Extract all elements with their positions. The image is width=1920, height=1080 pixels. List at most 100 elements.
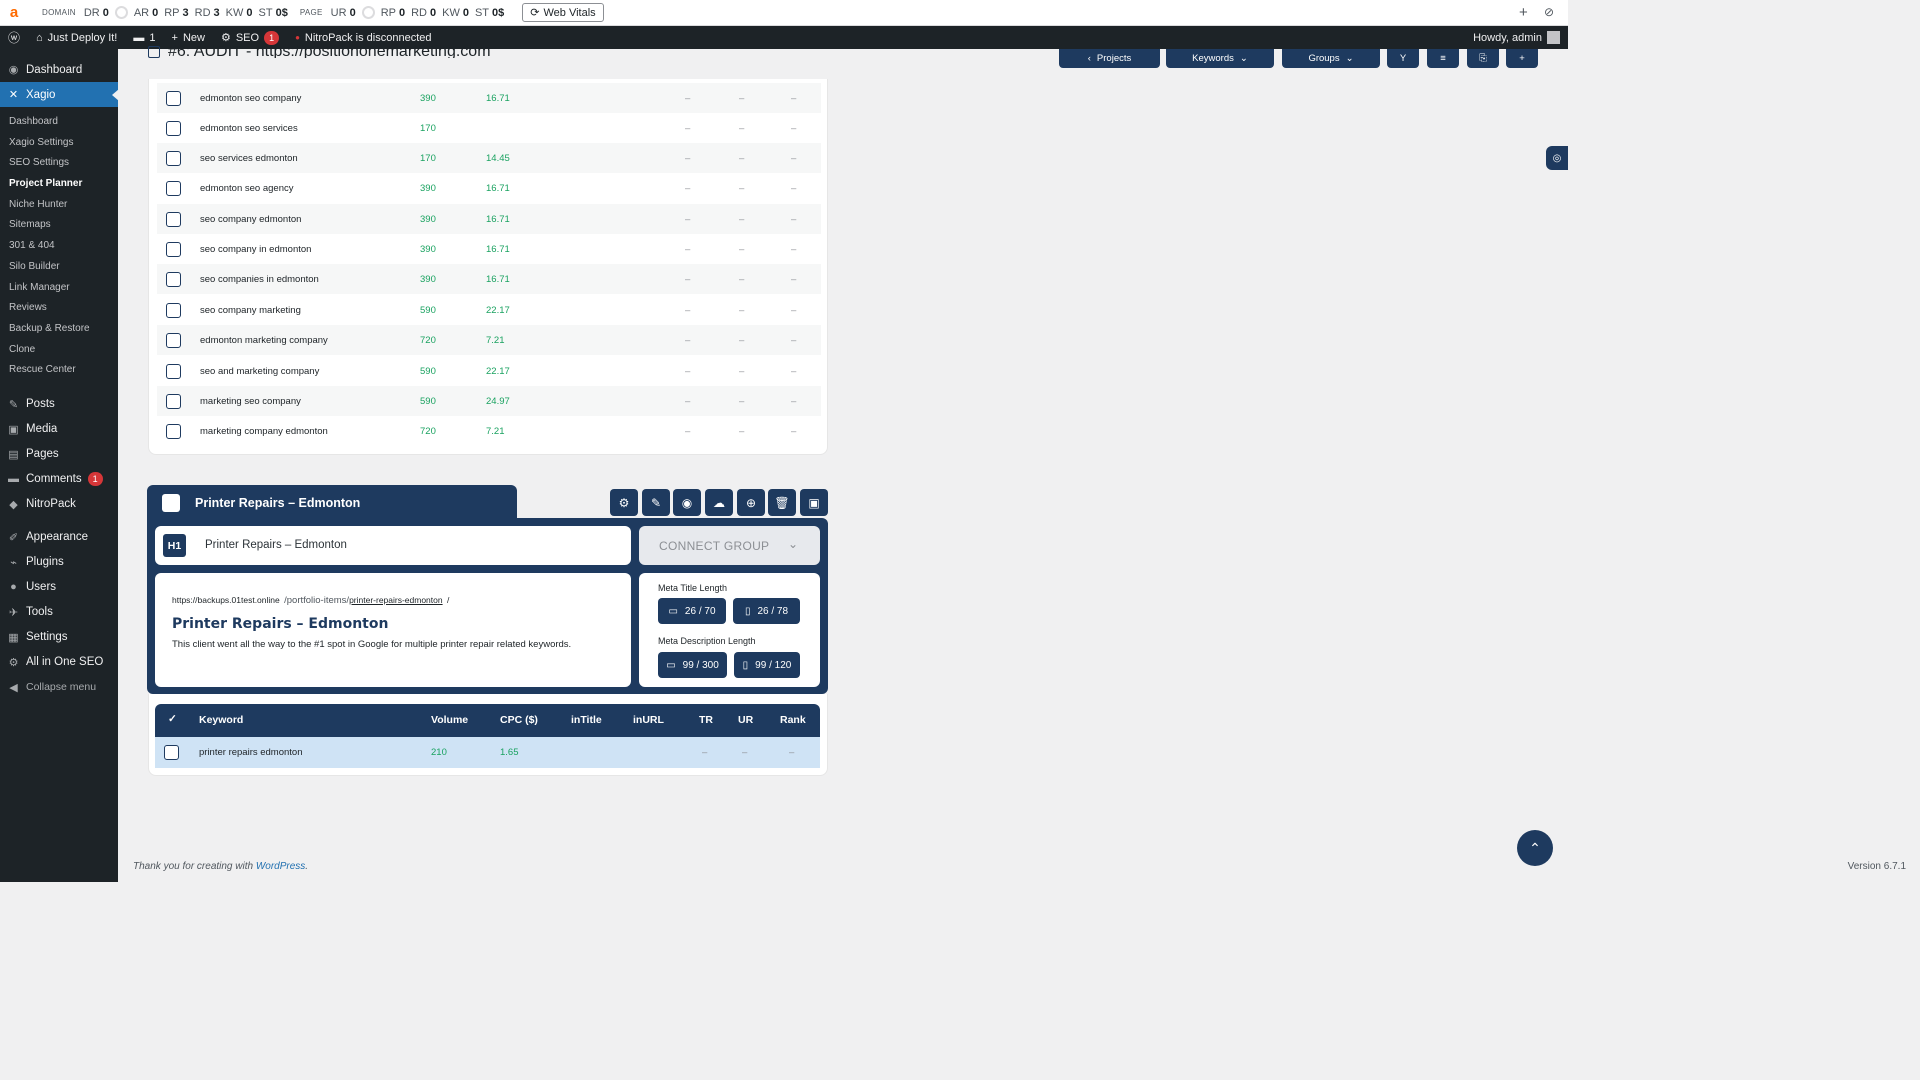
submenu-item[interactable]: Clone <box>0 340 118 361</box>
add-button[interactable]: + <box>1506 49 1538 68</box>
side-panel-tab[interactable]: ◎ <box>1546 146 1568 170</box>
sidebar-item-comments[interactable]: ▬ Comments 1 <box>0 467 118 492</box>
sidebar-item-xagio[interactable]: ✕ Xagio <box>0 82 119 107</box>
cpc-cell: 1.65 <box>500 747 519 758</box>
table-row[interactable]: edmonton seo services 170 – – – <box>157 113 821 143</box>
table-row[interactable]: seo company marketing 590 22.17 – – – <box>157 295 821 325</box>
sort-button[interactable]: ≡ <box>1427 49 1459 68</box>
submenu-item[interactable]: 301 & 404 <box>0 236 118 257</box>
account-menu[interactable]: Howdy, admin <box>1465 26 1568 49</box>
scroll-top-button[interactable]: ⌃ <box>1517 830 1553 866</box>
table-row[interactable]: seo company edmonton 390 16.71 – – – <box>157 204 821 234</box>
table-row[interactable]: edmonton marketing company 720 7.21 – – … <box>157 325 821 355</box>
table-row[interactable]: seo and marketing company 590 22.17 – – … <box>157 356 821 386</box>
plus-icon[interactable]: + <box>1519 4 1528 21</box>
submenu-item[interactable]: Link Manager <box>0 278 118 299</box>
filter-button[interactable]: Y <box>1387 49 1419 68</box>
serp-title[interactable]: Printer Repairs – Edmonton <box>172 616 388 632</box>
group-notes-button[interactable]: ✎ <box>642 489 670 516</box>
table-row[interactable]: printer repairs edmonton 210 1.65 – – – <box>155 737 820 768</box>
site-name-link[interactable]: ⌂ Just Deploy It! <box>28 26 125 49</box>
submenu-item[interactable]: SEO Settings <box>0 153 118 174</box>
row-checkbox[interactable] <box>166 211 181 227</box>
header-checkbox[interactable] <box>148 46 160 58</box>
metric-rp: RP 3 <box>164 6 189 19</box>
dr-ring-icon <box>114 6 128 19</box>
submenu-item[interactable]: Xagio Settings <box>0 133 118 154</box>
web-vitals-button[interactable]: ⟳ Web Vitals <box>522 3 604 22</box>
group-target-button[interactable]: ⊕ <box>737 489 765 516</box>
group-preview-button[interactable]: ◉ <box>673 489 701 516</box>
group-checkbox[interactable] <box>162 493 180 512</box>
keywords-dropdown[interactable]: Keywords ⌄ <box>1166 49 1274 68</box>
row-checkbox[interactable] <box>166 363 181 379</box>
column-rank[interactable]: Rank <box>780 714 806 726</box>
select-all-icon[interactable]: ✓ <box>168 713 177 725</box>
table-row[interactable]: edmonton seo company 390 16.71 – – – <box>157 83 821 113</box>
submenu-item[interactable]: Dashboard <box>0 112 118 133</box>
table-row[interactable]: marketing seo company 590 24.97 – – – <box>157 386 821 416</box>
column-volume[interactable]: Volume <box>431 714 468 726</box>
submenu-item[interactable]: Sitemaps <box>0 215 118 236</box>
submenu-item[interactable]: Rescue Center <box>0 360 118 381</box>
column-ur[interactable]: UR <box>738 714 753 726</box>
sidebar-item-appearance[interactable]: ✐ Appearance <box>0 525 118 550</box>
url-path[interactable]: /portfolio-items/ <box>284 595 349 606</box>
wordpress-link[interactable]: WordPress <box>256 861 305 872</box>
sidebar-item-settings[interactable]: ▦ Settings <box>0 625 118 650</box>
collapse-icon: ◀ <box>9 681 18 694</box>
submenu-item[interactable]: Silo Builder <box>0 257 118 278</box>
sidebar-item-dashboard[interactable]: ◉ Dashboard <box>0 57 118 82</box>
sidebar-item-pages[interactable]: ▤ Pages <box>0 442 118 467</box>
group-settings-button[interactable]: ⚙ <box>610 489 638 516</box>
submenu-item[interactable]: Reviews <box>0 298 118 319</box>
sidebar-item-posts[interactable]: ✎ Posts <box>0 392 118 417</box>
export-button[interactable]: ⎘ <box>1467 49 1499 68</box>
row-checkbox[interactable] <box>166 150 181 166</box>
sidebar-item-aioseo[interactable]: ⚙ All in One SEO <box>0 650 118 675</box>
submenu-item[interactable]: Backup & Restore <box>0 319 118 340</box>
sidebar-item-plugins[interactable]: ⌁ Plugins <box>0 550 118 575</box>
column-intitle[interactable]: inTitle <box>571 714 602 726</box>
table-row[interactable]: edmonton seo agency 390 16.71 – – – <box>157 173 821 203</box>
table-row[interactable]: seo company in edmonton 390 16.71 – – – <box>157 234 821 264</box>
keyword-cell: seo company in edmonton <box>200 243 312 255</box>
settings-icon[interactable]: ⊘ <box>1544 5 1554 19</box>
table-row[interactable]: seo companies in edmonton 390 16.71 – – … <box>157 264 821 294</box>
row-checkbox[interactable] <box>166 180 181 196</box>
collapse-menu-button[interactable]: ◀ Collapse menu <box>0 675 118 700</box>
wordpress-logo-icon[interactable]: ⓦ <box>0 26 28 49</box>
column-cpc[interactable]: CPC ($) <box>500 714 538 726</box>
submenu-item[interactable]: Niche Hunter <box>0 195 118 216</box>
row-checkbox[interactable] <box>166 393 181 409</box>
row-checkbox[interactable] <box>166 90 181 106</box>
column-keyword[interactable]: Keyword <box>199 714 243 726</box>
column-tr[interactable]: TR <box>699 714 713 726</box>
projects-button[interactable]: ‹ Projects <box>1059 49 1160 68</box>
column-inurl[interactable]: inURL <box>633 714 664 726</box>
row-checkbox[interactable] <box>164 745 179 760</box>
group-delete-button[interactable]: 🗑 <box>768 489 796 516</box>
row-checkbox[interactable] <box>166 120 181 136</box>
page-title: #6: AUDIT - https://positiononemarketing… <box>168 43 491 58</box>
connect-group-dropdown[interactable]: CONNECT GROUP ⌄ <box>639 526 820 565</box>
group-cloud-button[interactable]: ☁ <box>705 489 733 516</box>
row-checkbox[interactable] <box>166 271 181 287</box>
row-checkbox[interactable] <box>166 241 181 257</box>
url-slug-input[interactable]: printer-repairs-edmonton <box>349 595 443 605</box>
row-checkbox[interactable] <box>166 302 181 318</box>
group-save-button[interactable]: ▣ <box>800 489 828 516</box>
sidebar-item-tools[interactable]: ✈ Tools <box>0 600 118 625</box>
submenu-item-current[interactable]: Project Planner <box>0 174 118 195</box>
h1-field[interactable]: H1 Printer Repairs – Edmonton <box>155 526 631 565</box>
seo-toolbar-logo[interactable]: a <box>0 4 28 21</box>
row-checkbox[interactable] <box>166 423 181 439</box>
table-row[interactable]: marketing company edmonton 720 7.21 – – … <box>157 416 821 446</box>
serp-description[interactable]: This client went all the way to the #1 s… <box>172 639 571 650</box>
sidebar-item-media[interactable]: ▣ Media <box>0 417 118 442</box>
groups-dropdown[interactable]: Groups ⌄ <box>1282 49 1380 68</box>
sidebar-item-nitropack[interactable]: ◆ NitroPack <box>0 492 118 517</box>
row-checkbox[interactable] <box>166 332 181 348</box>
sidebar-item-users[interactable]: ● Users <box>0 575 118 600</box>
table-row[interactable]: seo services edmonton 170 14.45 – – – <box>157 143 821 173</box>
